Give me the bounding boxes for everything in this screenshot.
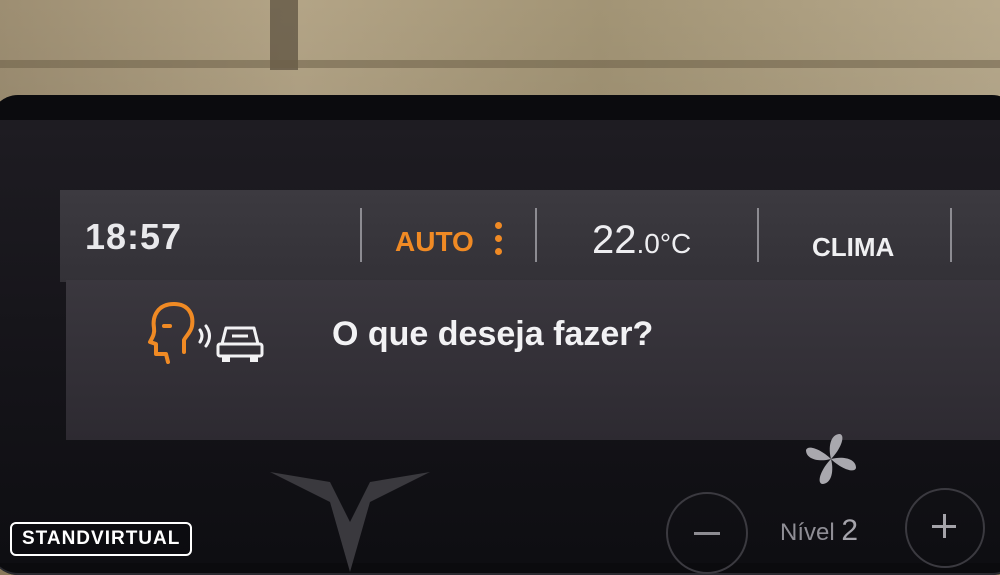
car-sound-icon xyxy=(216,326,264,362)
level-decrease-button[interactable] xyxy=(666,492,748,574)
temperature-main: 22 xyxy=(592,218,637,262)
status-divider xyxy=(535,208,537,262)
temperature-display[interactable]: 22.0°C xyxy=(592,218,691,263)
status-bar: 18:57 AUTO 22.0°C CLIMA xyxy=(60,190,1000,282)
status-divider xyxy=(757,208,759,262)
status-divider xyxy=(950,208,952,262)
level-increase-button[interactable] xyxy=(905,488,985,568)
clock: 18:57 xyxy=(85,216,183,257)
clima-button[interactable]: CLIMA xyxy=(812,232,894,263)
voice-prompt-text: O que deseja fazer? xyxy=(332,315,654,353)
cupra-logo xyxy=(270,472,430,572)
temperature-unit: °C xyxy=(659,228,692,259)
voice-assistant-panel: O que deseja fazer? xyxy=(66,280,1000,440)
status-divider xyxy=(360,208,362,262)
more-options-icon[interactable] xyxy=(495,222,503,266)
level-value: 2 xyxy=(841,514,859,547)
wall-seam xyxy=(0,60,1000,68)
temperature-decimal: .0 xyxy=(636,228,660,259)
level-label: Nível xyxy=(780,519,835,546)
watermark-logo: STANDVIRTUAL xyxy=(10,522,193,556)
fan-icon[interactable] xyxy=(800,428,862,490)
voice-head-icon xyxy=(148,302,211,364)
fan-level-display: Nível 2 xyxy=(780,514,858,548)
climate-auto-label[interactable]: AUTO xyxy=(395,226,474,258)
minus-icon xyxy=(694,532,720,535)
